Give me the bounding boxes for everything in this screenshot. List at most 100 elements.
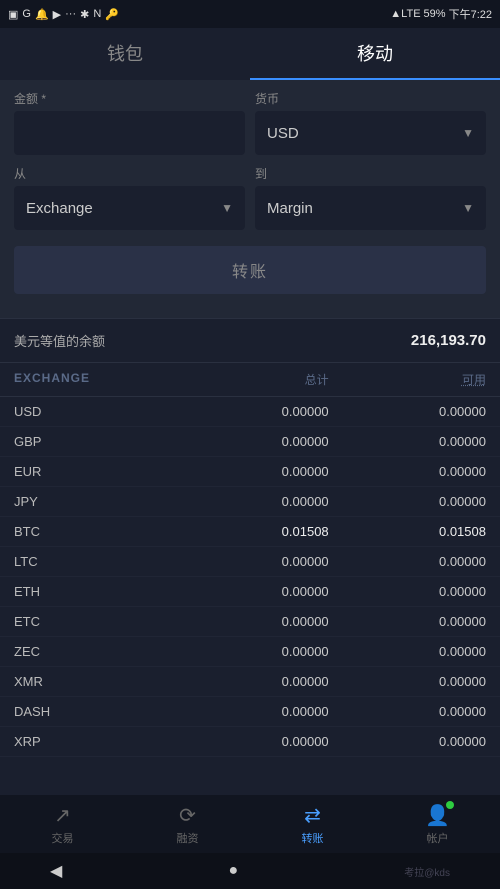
back-button[interactable]: ◀ [50,861,62,881]
nav-transfer[interactable]: ⇄ 转账 [250,803,375,846]
row-total-JPY: 0.00000 [171,494,328,509]
table-body: USD 0.00000 0.00000 GBP 0.00000 0.00000 … [0,397,500,757]
table-row: EUR 0.00000 0.00000 [0,457,500,487]
exchange-table: EXCHANGE 总计 可用 USD 0.00000 0.00000 GBP 0… [0,363,500,795]
table-row: JPY 0.00000 0.00000 [0,487,500,517]
row-total-ZEC: 0.00000 [171,644,328,659]
status-icon-3: 🔔 [35,8,49,21]
to-group: 到 Margin ▼ [255,165,486,230]
col-total-header: 总计 [171,371,328,388]
row-name-XMR: XMR [14,674,171,689]
current-time: 下午7:22 [449,6,492,22]
nav-fund-label: 融资 [177,830,199,846]
row-avail-USD: 0.00000 [329,404,486,419]
status-icon-4: ▶ [53,8,61,21]
amount-label: 金额 * [14,90,245,107]
form-area: 金额 * 货币 USD ▼ 从 Exchange ▼ [0,80,500,318]
fund-icon: ⟳ [179,803,196,828]
nav-account-label: 帐户 [427,830,449,846]
row-total-ETC: 0.00000 [171,614,328,629]
exchange-section-label: EXCHANGE [14,371,171,388]
top-tabs: 钱包 移动 [0,28,500,80]
amount-input-wrap[interactable] [14,111,245,155]
amount-input[interactable] [26,125,233,142]
row-name-LTC: LTC [14,554,171,569]
exchange-header: EXCHANGE 总计 可用 [0,363,500,397]
status-left: ▣ G 🔔 ▶ ··· ✱ N 🔑 [8,8,119,21]
from-label: 从 [14,165,245,182]
from-value: Exchange [26,200,215,217]
chevron-down-icon: ▼ [462,126,474,140]
main-content: 金额 * 货币 USD ▼ 从 Exchange ▼ [0,80,500,795]
from-select[interactable]: Exchange ▼ [14,186,245,230]
row-name-JPY: JPY [14,494,171,509]
table-row: ZEC 0.00000 0.00000 [0,637,500,667]
row-total-ETH: 0.00000 [171,584,328,599]
trade-icon: ↗ [54,803,71,828]
row-name-GBP: GBP [14,434,171,449]
to-chevron-icon: ▼ [462,201,474,215]
amount-currency-row: 金额 * 货币 USD ▼ [14,90,486,155]
row-avail-DASH: 0.00000 [329,704,486,719]
row-name-ETH: ETH [14,584,171,599]
row-name-BTC: BTC [14,524,171,539]
row-total-XMR: 0.00000 [171,674,328,689]
amount-group: 金额 * [14,90,245,155]
row-name-XRP: XRP [14,734,171,749]
table-row: ETH 0.00000 0.00000 [0,577,500,607]
table-row: XMR 0.00000 0.00000 [0,667,500,697]
transfer-button[interactable]: 转账 [14,246,486,294]
status-icon-7: N [93,8,101,20]
status-icon-5: ··· [65,8,76,20]
table-row: USD 0.00000 0.00000 [0,397,500,427]
tab-wallet[interactable]: 钱包 [0,28,250,80]
tab-move[interactable]: 移动 [250,28,500,80]
balance-section: 美元等值的余额 216,193.70 [0,318,500,363]
row-name-EUR: EUR [14,464,171,479]
to-value: Margin [267,200,456,217]
nav-trade[interactable]: ↗ 交易 [0,803,125,846]
table-row: DASH 0.00000 0.00000 [0,697,500,727]
battery-level: 59% [424,8,446,20]
from-group: 从 Exchange ▼ [14,165,245,230]
row-avail-BTC: 0.01508 [329,524,486,539]
nav-transfer-label: 转账 [302,830,324,846]
status-icon-6: ✱ [80,8,89,21]
row-avail-LTC: 0.00000 [329,554,486,569]
row-name-ETC: ETC [14,614,171,629]
watermark: 考拉@kds [404,864,450,879]
row-avail-XRP: 0.00000 [329,734,486,749]
col-avail-header: 可用 [329,371,486,388]
row-avail-ETH: 0.00000 [329,584,486,599]
table-row: XRP 0.00000 0.00000 [0,727,500,757]
row-avail-ETC: 0.00000 [329,614,486,629]
transfer-btn-wrap: 转账 [14,240,486,304]
from-chevron-icon: ▼ [221,201,233,215]
home-button[interactable]: ● [228,862,238,880]
row-total-EUR: 0.00000 [171,464,328,479]
balance-value: 216,193.70 [411,332,486,349]
nav-account[interactable]: 👤 帐户 [375,803,500,846]
nav-fund[interactable]: ⟳ 融资 [125,803,250,846]
row-avail-GBP: 0.00000 [329,434,486,449]
status-bar: ▣ G 🔔 ▶ ··· ✱ N 🔑 ▲LTE 59% 下午7:22 [0,0,500,28]
row-total-DASH: 0.00000 [171,704,328,719]
status-icon-1: ▣ [8,8,18,21]
nav-trade-label: 交易 [52,830,74,846]
to-label: 到 [255,165,486,182]
row-name-USD: USD [14,404,171,419]
row-total-XRP: 0.00000 [171,734,328,749]
row-avail-ZEC: 0.00000 [329,644,486,659]
currency-value: USD [267,125,456,142]
table-row: BTC 0.01508 0.01508 [0,517,500,547]
row-avail-XMR: 0.00000 [329,674,486,689]
system-bar: ◀ ● 考拉@kds [0,853,500,889]
row-avail-JPY: 0.00000 [329,494,486,509]
row-total-LTC: 0.00000 [171,554,328,569]
currency-select[interactable]: USD ▼ [255,111,486,155]
to-select[interactable]: Margin ▼ [255,186,486,230]
currency-group: 货币 USD ▼ [255,90,486,155]
row-name-ZEC: ZEC [14,644,171,659]
status-icon-8: 🔑 [105,8,119,21]
table-row: LTC 0.00000 0.00000 [0,547,500,577]
